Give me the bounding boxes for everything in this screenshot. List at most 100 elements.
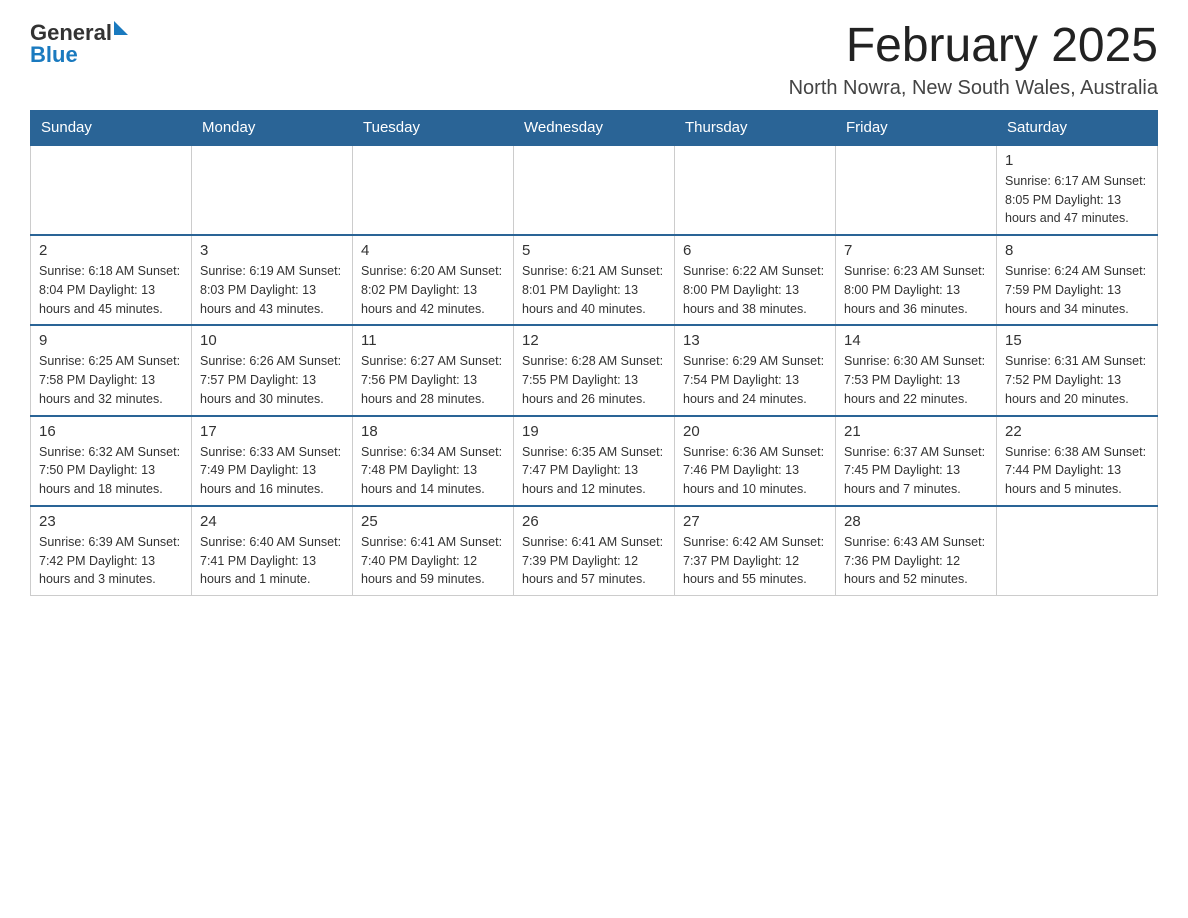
day-info: Sunrise: 6:42 AM Sunset: 7:37 PM Dayligh… bbox=[683, 533, 827, 589]
calendar-cell: 24 Sunrise: 6:40 AM Sunset: 7:41 PM Dayli… bbox=[192, 506, 353, 596]
day-header-friday: Friday bbox=[836, 110, 997, 145]
day-number: 21 bbox=[844, 423, 988, 440]
day-number: 25 bbox=[361, 513, 505, 530]
calendar-cell: 17 Sunrise: 6:33 AM Sunset: 7:49 PM Dayli… bbox=[192, 416, 353, 506]
day-info: Sunrise: 6:25 AM Sunset: 7:58 PM Dayligh… bbox=[39, 352, 183, 408]
calendar-table: SundayMondayTuesdayWednesdayThursdayFrid… bbox=[30, 110, 1158, 596]
day-number: 10 bbox=[200, 332, 344, 349]
day-number: 12 bbox=[522, 332, 666, 349]
calendar-cell: 12 Sunrise: 6:28 AM Sunset: 7:55 PM Dayli… bbox=[514, 325, 675, 415]
day-number: 22 bbox=[1005, 423, 1149, 440]
day-info: Sunrise: 6:18 AM Sunset: 8:04 PM Dayligh… bbox=[39, 262, 183, 318]
day-info: Sunrise: 6:30 AM Sunset: 7:53 PM Dayligh… bbox=[844, 352, 988, 408]
day-info: Sunrise: 6:29 AM Sunset: 7:54 PM Dayligh… bbox=[683, 352, 827, 408]
day-header-monday: Monday bbox=[192, 110, 353, 145]
calendar-cell: 20 Sunrise: 6:36 AM Sunset: 7:46 PM Dayli… bbox=[675, 416, 836, 506]
page-header: General Blue February 2025 North Nowra, … bbox=[30, 20, 1158, 100]
calendar-cell: 28 Sunrise: 6:43 AM Sunset: 7:36 PM Dayli… bbox=[836, 506, 997, 596]
day-header-thursday: Thursday bbox=[675, 110, 836, 145]
day-number: 9 bbox=[39, 332, 183, 349]
day-header-sunday: Sunday bbox=[31, 110, 192, 145]
calendar-week-row: 1 Sunrise: 6:17 AM Sunset: 8:05 PM Daylig… bbox=[31, 145, 1158, 235]
day-number: 1 bbox=[1005, 152, 1149, 169]
calendar-cell: 2Sunrise: 6:18 AM Sunset: 8:04 PM Daylig… bbox=[31, 235, 192, 325]
day-number: 20 bbox=[683, 423, 827, 440]
calendar-cell: 13 Sunrise: 6:29 AM Sunset: 7:54 PM Dayli… bbox=[675, 325, 836, 415]
calendar-cell bbox=[675, 145, 836, 235]
day-number: 24 bbox=[200, 513, 344, 530]
calendar-cell: 14 Sunrise: 6:30 AM Sunset: 7:53 PM Dayli… bbox=[836, 325, 997, 415]
logo-text-blue: Blue bbox=[30, 42, 128, 68]
calendar-week-row: 16 Sunrise: 6:32 AM Sunset: 7:50 PM Dayli… bbox=[31, 416, 1158, 506]
calendar-cell: 11 Sunrise: 6:27 AM Sunset: 7:56 PM Dayli… bbox=[353, 325, 514, 415]
day-info: Sunrise: 6:39 AM Sunset: 7:42 PM Dayligh… bbox=[39, 533, 183, 589]
calendar-cell: 25 Sunrise: 6:41 AM Sunset: 7:40 PM Dayli… bbox=[353, 506, 514, 596]
calendar-cell: 23Sunrise: 6:39 AM Sunset: 7:42 PM Dayli… bbox=[31, 506, 192, 596]
day-header-tuesday: Tuesday bbox=[353, 110, 514, 145]
day-info: Sunrise: 6:21 AM Sunset: 8:01 PM Dayligh… bbox=[522, 262, 666, 318]
calendar-cell: 8 Sunrise: 6:24 AM Sunset: 7:59 PM Daylig… bbox=[997, 235, 1158, 325]
day-number: 3 bbox=[200, 242, 344, 259]
calendar-cell: 21 Sunrise: 6:37 AM Sunset: 7:45 PM Dayli… bbox=[836, 416, 997, 506]
day-info: Sunrise: 6:28 AM Sunset: 7:55 PM Dayligh… bbox=[522, 352, 666, 408]
day-info: Sunrise: 6:17 AM Sunset: 8:05 PM Dayligh… bbox=[1005, 172, 1149, 228]
logo-triangle-icon bbox=[114, 21, 128, 35]
day-number: 17 bbox=[200, 423, 344, 440]
day-info: Sunrise: 6:20 AM Sunset: 8:02 PM Dayligh… bbox=[361, 262, 505, 318]
calendar-cell: 26 Sunrise: 6:41 AM Sunset: 7:39 PM Dayli… bbox=[514, 506, 675, 596]
day-info: Sunrise: 6:24 AM Sunset: 7:59 PM Dayligh… bbox=[1005, 262, 1149, 318]
day-info: Sunrise: 6:34 AM Sunset: 7:48 PM Dayligh… bbox=[361, 443, 505, 499]
subtitle: North Nowra, New South Wales, Australia bbox=[789, 77, 1158, 100]
calendar-cell: 6 Sunrise: 6:22 AM Sunset: 8:00 PM Daylig… bbox=[675, 235, 836, 325]
calendar-cell bbox=[514, 145, 675, 235]
day-header-wednesday: Wednesday bbox=[514, 110, 675, 145]
day-info: Sunrise: 6:19 AM Sunset: 8:03 PM Dayligh… bbox=[200, 262, 344, 318]
day-info: Sunrise: 6:33 AM Sunset: 7:49 PM Dayligh… bbox=[200, 443, 344, 499]
day-info: Sunrise: 6:41 AM Sunset: 7:39 PM Dayligh… bbox=[522, 533, 666, 589]
calendar-week-row: 9 Sunrise: 6:25 AM Sunset: 7:58 PM Daylig… bbox=[31, 325, 1158, 415]
day-number: 18 bbox=[361, 423, 505, 440]
calendar-cell bbox=[31, 145, 192, 235]
calendar-header-row: SundayMondayTuesdayWednesdayThursdayFrid… bbox=[31, 110, 1158, 145]
day-info: Sunrise: 6:31 AM Sunset: 7:52 PM Dayligh… bbox=[1005, 352, 1149, 408]
day-number: 6 bbox=[683, 242, 827, 259]
day-info: Sunrise: 6:41 AM Sunset: 7:40 PM Dayligh… bbox=[361, 533, 505, 589]
calendar-cell bbox=[353, 145, 514, 235]
day-info: Sunrise: 6:43 AM Sunset: 7:36 PM Dayligh… bbox=[844, 533, 988, 589]
day-number: 28 bbox=[844, 513, 988, 530]
day-number: 4 bbox=[361, 242, 505, 259]
calendar-cell bbox=[192, 145, 353, 235]
day-number: 7 bbox=[844, 242, 988, 259]
calendar-cell: 15 Sunrise: 6:31 AM Sunset: 7:52 PM Dayli… bbox=[997, 325, 1158, 415]
calendar-cell: 5 Sunrise: 6:21 AM Sunset: 8:01 PM Daylig… bbox=[514, 235, 675, 325]
calendar-cell: 19 Sunrise: 6:35 AM Sunset: 7:47 PM Dayli… bbox=[514, 416, 675, 506]
day-info: Sunrise: 6:38 AM Sunset: 7:44 PM Dayligh… bbox=[1005, 443, 1149, 499]
day-number: 26 bbox=[522, 513, 666, 530]
title-section: February 2025 North Nowra, New South Wal… bbox=[789, 20, 1158, 100]
day-info: Sunrise: 6:26 AM Sunset: 7:57 PM Dayligh… bbox=[200, 352, 344, 408]
day-number: 8 bbox=[1005, 242, 1149, 259]
day-info: Sunrise: 6:37 AM Sunset: 7:45 PM Dayligh… bbox=[844, 443, 988, 499]
calendar-cell: 10 Sunrise: 6:26 AM Sunset: 7:57 PM Dayli… bbox=[192, 325, 353, 415]
logo: General Blue bbox=[30, 20, 128, 68]
day-info: Sunrise: 6:40 AM Sunset: 7:41 PM Dayligh… bbox=[200, 533, 344, 589]
day-number: 5 bbox=[522, 242, 666, 259]
day-number: 11 bbox=[361, 332, 505, 349]
calendar-cell: 16 Sunrise: 6:32 AM Sunset: 7:50 PM Dayli… bbox=[31, 416, 192, 506]
day-info: Sunrise: 6:27 AM Sunset: 7:56 PM Dayligh… bbox=[361, 352, 505, 408]
calendar-cell: 22 Sunrise: 6:38 AM Sunset: 7:44 PM Dayli… bbox=[997, 416, 1158, 506]
calendar-cell: 18 Sunrise: 6:34 AM Sunset: 7:48 PM Dayli… bbox=[353, 416, 514, 506]
day-number: 14 bbox=[844, 332, 988, 349]
calendar-cell: 3 Sunrise: 6:19 AM Sunset: 8:03 PM Daylig… bbox=[192, 235, 353, 325]
day-number: 27 bbox=[683, 513, 827, 530]
day-info: Sunrise: 6:36 AM Sunset: 7:46 PM Dayligh… bbox=[683, 443, 827, 499]
calendar-week-row: 23Sunrise: 6:39 AM Sunset: 7:42 PM Dayli… bbox=[31, 506, 1158, 596]
day-number: 16 bbox=[39, 423, 183, 440]
day-number: 13 bbox=[683, 332, 827, 349]
day-number: 15 bbox=[1005, 332, 1149, 349]
day-number: 19 bbox=[522, 423, 666, 440]
day-info: Sunrise: 6:22 AM Sunset: 8:00 PM Dayligh… bbox=[683, 262, 827, 318]
day-info: Sunrise: 6:32 AM Sunset: 7:50 PM Dayligh… bbox=[39, 443, 183, 499]
main-title: February 2025 bbox=[789, 20, 1158, 73]
day-info: Sunrise: 6:35 AM Sunset: 7:47 PM Dayligh… bbox=[522, 443, 666, 499]
